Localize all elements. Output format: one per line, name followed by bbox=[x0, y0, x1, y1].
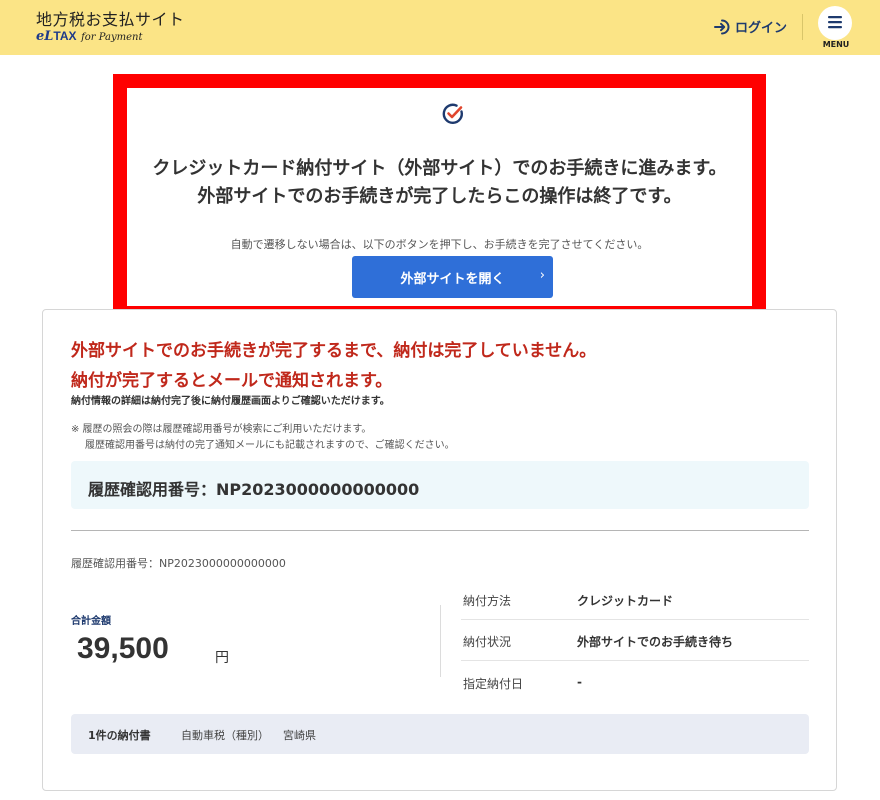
reference-note-line1: ※ 履歴の照会の際は履歴確認用番号が検索にご利用いただけます。 bbox=[71, 424, 372, 435]
site-header: 地方税お支払サイト eLTAX for Payment ログイン MENU bbox=[0, 0, 880, 55]
payment-slip-summary[interactable]: 1件の納付書 自動車税（種別） 宮崎県 bbox=[71, 714, 809, 754]
hamburger-icon bbox=[827, 14, 843, 33]
summary-divider bbox=[440, 605, 441, 677]
payment-status-card: 外部サイトでのお手続きが完了するまで、納付は完了していません。 納付が完了すると… bbox=[42, 309, 837, 791]
logo-tax: TAX bbox=[53, 29, 77, 43]
info-value: 外部サイトでのお手続き待ち bbox=[577, 635, 734, 649]
redirect-title-line2: 外部サイトでのお手続きが完了したらこの操作は終了です。 bbox=[197, 186, 682, 207]
info-value: クレジットカード bbox=[577, 594, 674, 608]
slip-count: 1件の納付書 bbox=[88, 729, 151, 742]
logo-for-payment: for Payment bbox=[81, 32, 143, 43]
total-amount-label: 合計金額 bbox=[71, 616, 111, 627]
warning-line1: 外部サイトでのお手続きが完了するまで、納付は完了していません。 bbox=[71, 341, 597, 361]
info-value: - bbox=[577, 675, 582, 689]
redirect-note: 自動で遷移しない場合は、以下のボタンを押下し、お手続きを完了させてください。 bbox=[230, 238, 649, 251]
info-key: 指定納付日 bbox=[463, 677, 524, 691]
info-key: 納付状況 bbox=[463, 635, 512, 649]
reference-number-small: 履歴確認用番号：NP2023000000000000 bbox=[71, 557, 286, 570]
site-title[interactable]: 地方税お支払サイト bbox=[36, 6, 185, 30]
open-external-site-label: 外部サイトを開く bbox=[400, 271, 505, 287]
slip-tax-type: 自動車税（種別） bbox=[181, 729, 269, 742]
info-row-payment-method: 納付方法 クレジットカード bbox=[461, 580, 809, 620]
reference-number-box: 履歴確認用番号：NP2023000000000000 bbox=[71, 461, 809, 509]
chevron-right-icon: › bbox=[539, 268, 545, 283]
info-row-payment-date: 指定納付日 - bbox=[461, 663, 809, 703]
detail-note: 納付情報の詳細は納付完了後に納付履歴画面よりご確認いただけます。 bbox=[71, 396, 390, 407]
divider bbox=[71, 530, 809, 531]
reference-note-line2: 履歴確認用番号は納付の完了通知メールにも記載されますので、ご確認ください。 bbox=[85, 440, 455, 451]
total-amount-value: 39,500 bbox=[77, 632, 169, 665]
menu-label[interactable]: MENU bbox=[819, 40, 853, 49]
logo-el: eL bbox=[36, 29, 54, 44]
redirect-panel: クレジットカード納付サイト（外部サイト）でのお手続きに進みます。 外部サイトでの… bbox=[113, 74, 766, 320]
warning-line2: 納付が完了するとメールで通知されます。 bbox=[71, 371, 393, 391]
slip-prefecture: 宮崎県 bbox=[283, 729, 316, 742]
eltax-logo[interactable]: eLTAX for Payment bbox=[36, 29, 143, 44]
reference-number: 履歴確認用番号：NP2023000000000000 bbox=[88, 480, 420, 499]
login-label: ログイン bbox=[735, 21, 788, 36]
check-circle-icon bbox=[441, 102, 465, 126]
info-row-payment-status: 納付状況 外部サイトでのお手続き待ち bbox=[461, 621, 809, 661]
login-link[interactable]: ログイン bbox=[713, 17, 787, 36]
info-key: 納付方法 bbox=[463, 594, 512, 608]
total-amount-unit: 円 bbox=[215, 650, 229, 666]
redirect-title-line1: クレジットカード納付サイト（外部サイト）でのお手続きに進みます。 bbox=[152, 158, 727, 179]
header-divider bbox=[802, 14, 803, 40]
menu-button[interactable] bbox=[818, 6, 852, 40]
open-external-site-button[interactable]: 外部サイトを開く › bbox=[352, 256, 553, 298]
login-arrow-icon bbox=[713, 18, 731, 36]
